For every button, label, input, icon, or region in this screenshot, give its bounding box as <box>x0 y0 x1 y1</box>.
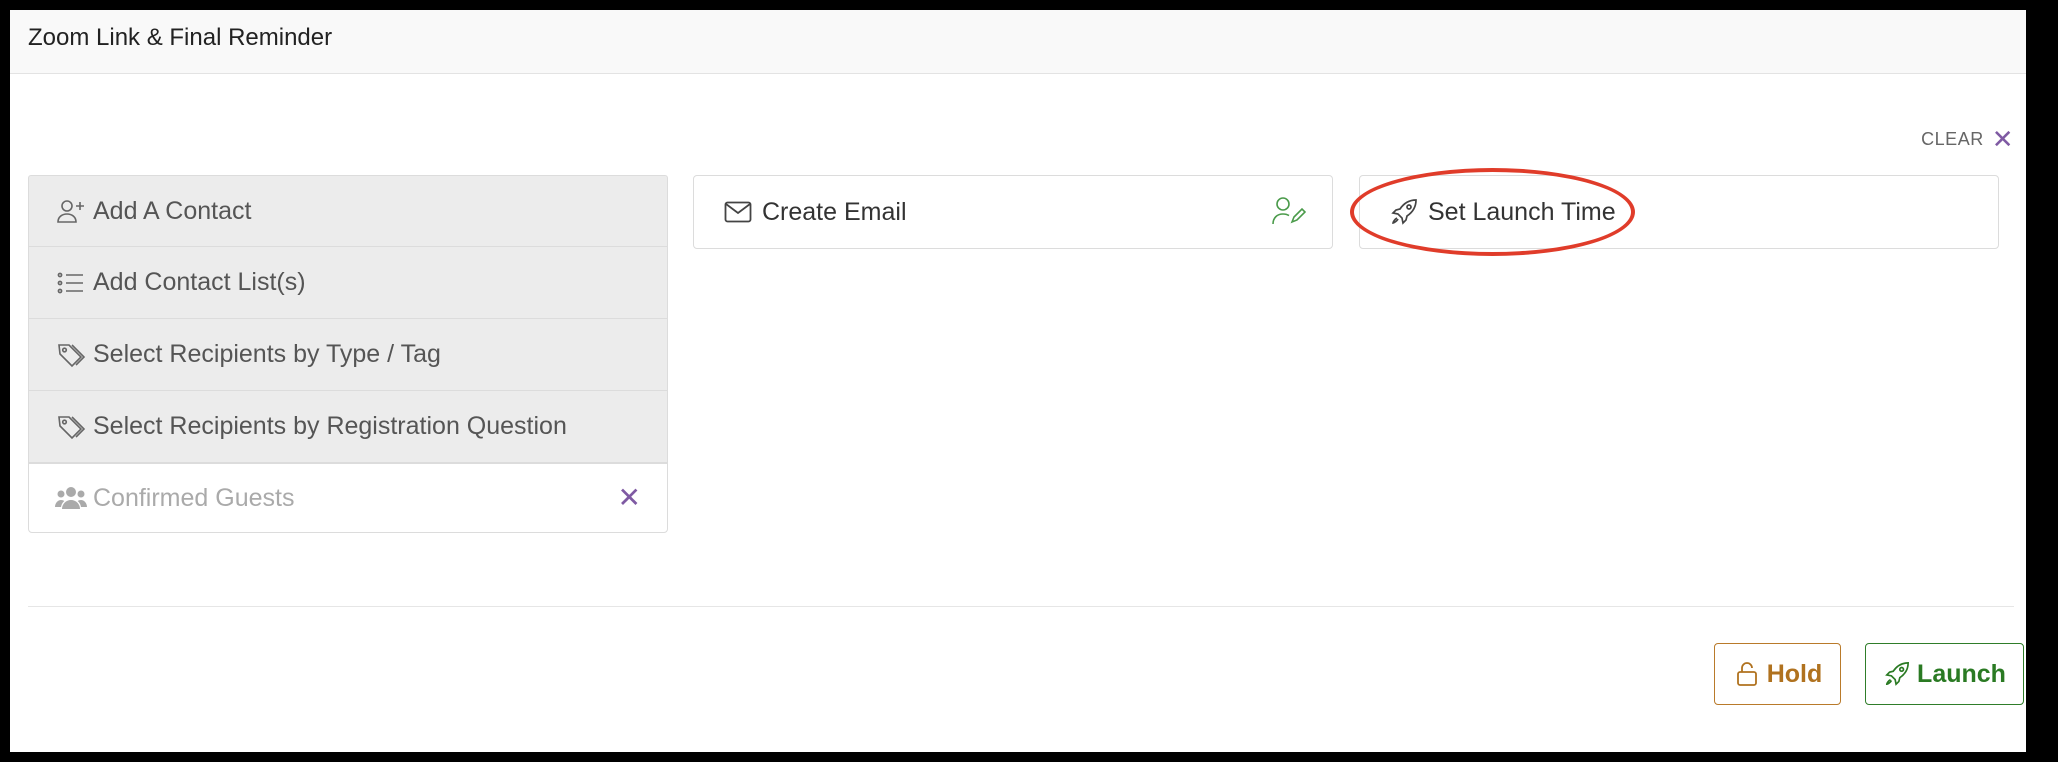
clear-button[interactable]: CLEAR ✕ <box>1921 126 2014 152</box>
user-edit-icon[interactable] <box>1272 196 1307 233</box>
campaign-panel: Zoom Link & Final Reminder CLEAR ✕ Add A… <box>10 10 2026 752</box>
add-contact-label: Add A Contact <box>93 196 252 225</box>
add-contact-list-label: Add Contact List(s) <box>93 268 306 296</box>
recipients-panel: Add A Contact Add Contact List(s) Select… <box>28 175 668 533</box>
close-icon: ✕ <box>1991 124 2014 154</box>
add-contact-list-item[interactable]: Add Contact List(s) <box>28 247 668 319</box>
rocket-icon <box>1388 196 1420 228</box>
launch-label: Launch <box>1917 659 2006 688</box>
panel-header: Zoom Link & Final Reminder <box>10 10 2026 74</box>
launch-button[interactable]: Launch <box>1865 643 2024 705</box>
list-icon <box>55 267 87 299</box>
remove-recipient-icon[interactable]: ✕ <box>618 484 641 512</box>
select-by-registration-item[interactable]: Select Recipients by Registration Questi… <box>28 391 668 463</box>
user-plus-icon <box>55 195 87 227</box>
rocket-icon <box>1883 660 1911 688</box>
page-title: Zoom Link & Final Reminder <box>28 24 333 51</box>
envelope-icon <box>722 196 754 228</box>
select-by-registration-label: Select Recipients by Registration Questi… <box>93 412 567 440</box>
add-contact-item[interactable]: Add A Contact <box>28 175 668 247</box>
create-email-card[interactable]: Create Email <box>693 175 1333 249</box>
set-launch-time-card[interactable]: Set Launch Time <box>1359 175 1999 249</box>
select-by-tag-item[interactable]: Select Recipients by Type / Tag <box>28 319 668 391</box>
select-by-tag-label: Select Recipients by Type / Tag <box>93 340 441 368</box>
users-icon <box>55 482 87 514</box>
hold-button[interactable]: Hold <box>1714 643 1841 705</box>
selected-recipient-label: Confirmed Guests <box>93 483 295 512</box>
unlock-icon <box>1733 660 1761 688</box>
tags-icon <box>55 411 87 443</box>
footer-divider <box>28 606 2014 607</box>
tags-icon <box>55 339 87 371</box>
selected-recipient-confirmed-guests: Confirmed Guests ✕ <box>28 463 668 533</box>
clear-label: CLEAR <box>1921 128 1984 149</box>
set-launch-time-label: Set Launch Time <box>1428 197 1616 226</box>
hold-label: Hold <box>1766 659 1823 688</box>
create-email-label: Create Email <box>762 197 907 226</box>
